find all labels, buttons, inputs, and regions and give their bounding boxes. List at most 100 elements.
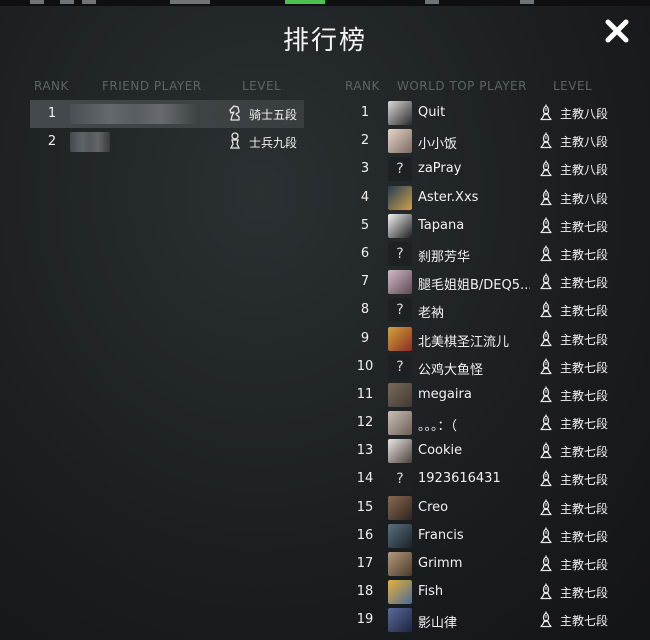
world-row[interactable]: 18 Fish 主教七段 bbox=[345, 578, 645, 606]
friend-level-text: 骑士五段 bbox=[249, 108, 298, 122]
world-level-text: 主教七段 bbox=[560, 445, 609, 460]
unknown-avatar-icon[interactable]: ? bbox=[388, 241, 412, 266]
player-avatar[interactable] bbox=[388, 580, 412, 605]
world-row[interactable]: 17 Grimm 主教七段 bbox=[345, 550, 645, 578]
world-player-name[interactable]: 。。。：（ bbox=[418, 415, 530, 434]
world-row[interactable]: 12 。。。：（ 主教七段 bbox=[345, 409, 645, 437]
world-player-name[interactable]: 腿毛姐姐B/DEQ5... bbox=[418, 274, 530, 293]
world-rank-header: RANK bbox=[345, 79, 380, 93]
player-avatar[interactable] bbox=[388, 495, 412, 520]
close-x-icon bbox=[605, 19, 629, 43]
world-row[interactable]: 5 Tapana 主教七段 bbox=[345, 212, 645, 240]
world-rank: 3 bbox=[360, 161, 370, 177]
world-row[interactable]: 16 Francis 主教七段 bbox=[345, 522, 645, 550]
world-row[interactable]: 14? 1923616431 主教七段 bbox=[345, 465, 645, 493]
world-rank: 8 bbox=[360, 302, 370, 318]
world-rank: 12 bbox=[356, 415, 374, 431]
world-player-name[interactable]: 老衲 bbox=[418, 302, 530, 321]
world-level-text: 主教八段 bbox=[560, 191, 609, 206]
friend-row[interactable]: 2 士兵九段 bbox=[30, 128, 304, 156]
world-level-text: 主教七段 bbox=[560, 529, 609, 544]
world-player-name[interactable]: Francis bbox=[418, 528, 530, 543]
top-strip-mark-active bbox=[285, 0, 325, 4]
friend-avatar-name-blurred bbox=[70, 104, 200, 124]
world-row[interactable]: 19 影山律 主教七段 bbox=[345, 606, 645, 634]
world-player-name[interactable]: 小小饭 bbox=[418, 133, 530, 152]
world-level-text: 主教七段 bbox=[560, 360, 609, 375]
friend-level: 骑士五段 bbox=[229, 105, 298, 123]
world-level-text: 主教八段 bbox=[560, 107, 609, 121]
player-avatar[interactable] bbox=[388, 608, 412, 633]
world-rank: 5 bbox=[360, 217, 370, 233]
world-row[interactable]: 1 Quit 主教八段 bbox=[345, 99, 645, 127]
world-row[interactable]: 11 megaira 主教七段 bbox=[345, 381, 645, 409]
friends-level-header: LEVEL bbox=[242, 79, 282, 93]
world-row[interactable]: 9 北美棋圣江流儿 主教七段 bbox=[345, 325, 645, 353]
world-player-name[interactable]: Tapana bbox=[418, 218, 530, 233]
world-player-name[interactable]: 北美棋圣江流儿 bbox=[418, 331, 530, 350]
unknown-avatar-icon[interactable]: ? bbox=[388, 467, 412, 492]
world-row[interactable]: 6? 刹那芳华 主教七段 bbox=[345, 240, 645, 268]
world-level: 主教七段 bbox=[540, 414, 608, 432]
player-avatar[interactable] bbox=[388, 213, 412, 238]
friend-avatar-name-blurred bbox=[70, 132, 110, 152]
world-player-name[interactable]: Cookie bbox=[418, 443, 530, 458]
unknown-avatar-icon[interactable]: ? bbox=[388, 354, 412, 379]
world-rank: 15 bbox=[356, 499, 374, 515]
player-avatar[interactable] bbox=[388, 270, 412, 295]
world-row[interactable]: 15 Creo 主教七段 bbox=[345, 494, 645, 522]
world-player-name[interactable]: 1923616431 bbox=[418, 471, 530, 486]
top-strip-mark bbox=[170, 0, 210, 4]
player-avatar[interactable] bbox=[388, 382, 412, 407]
player-avatar[interactable] bbox=[388, 185, 412, 210]
player-avatar[interactable] bbox=[388, 101, 412, 125]
player-avatar[interactable] bbox=[388, 552, 412, 576]
world-level: 主教七段 bbox=[540, 611, 608, 629]
world-level: 主教七段 bbox=[540, 555, 609, 573]
top-strip-mark bbox=[425, 0, 439, 4]
world-rank: 14 bbox=[356, 471, 374, 487]
world-level-text: 主教七段 bbox=[560, 558, 609, 572]
world-player-name[interactable]: zaPray bbox=[418, 161, 530, 176]
world-level-text: 主教七段 bbox=[560, 501, 609, 516]
world-level: 主教七段 bbox=[540, 583, 609, 601]
world-player-name[interactable]: 刹那芳华 bbox=[418, 246, 530, 265]
top-strip bbox=[0, 0, 650, 6]
unknown-avatar-icon[interactable]: ? bbox=[388, 157, 412, 182]
player-avatar[interactable] bbox=[388, 326, 412, 351]
unknown-avatar-icon[interactable]: ? bbox=[388, 298, 412, 323]
world-level: 主教七段 bbox=[540, 217, 608, 235]
world-row[interactable]: 7 腿毛姐姐B/DEQ5... 主教七段 bbox=[345, 268, 645, 296]
world-player-name[interactable]: Creo bbox=[418, 500, 530, 515]
world-player-name[interactable]: Quit bbox=[418, 105, 530, 120]
world-level: 主教七段 bbox=[540, 470, 608, 488]
world-player-name[interactable]: 影山律 bbox=[418, 612, 530, 631]
world-player-name[interactable]: Fish bbox=[418, 584, 530, 599]
close-button[interactable] bbox=[602, 16, 632, 46]
world-row[interactable]: 4 Aster.Xxs 主教八段 bbox=[345, 184, 645, 212]
world-player-name[interactable]: 公鸡大鱼怪 bbox=[418, 359, 530, 378]
world-rank: 10 bbox=[356, 358, 374, 374]
world-row[interactable]: 2 小小饭 主教八段 bbox=[345, 127, 645, 155]
world-row[interactable]: 3? zaPray 主教八段 bbox=[345, 155, 645, 183]
world-rank: 2 bbox=[360, 133, 370, 149]
world-player-name[interactable]: Grimm bbox=[418, 556, 530, 571]
world-player-name[interactable]: megaira bbox=[418, 387, 530, 402]
world-rank: 4 bbox=[360, 189, 370, 205]
world-row[interactable]: 8? 老衲 主教七段 bbox=[345, 296, 645, 324]
world-level-text: 主教七段 bbox=[560, 586, 609, 601]
player-avatar[interactable] bbox=[388, 523, 412, 548]
world-level-text: 主教七段 bbox=[560, 388, 609, 403]
friend-row[interactable]: 1 骑士五段 bbox=[30, 100, 304, 128]
player-avatar[interactable] bbox=[388, 411, 412, 436]
world-row[interactable]: 10? 公鸡大鱼怪 主教七段 bbox=[345, 353, 645, 381]
leaderboard-title: 排行榜 bbox=[282, 26, 367, 56]
world-row[interactable]: 13 Cookie 主教七段 bbox=[345, 437, 645, 465]
world-rank: 13 bbox=[356, 443, 374, 459]
world-player-name[interactable]: Aster.Xxs bbox=[418, 190, 530, 205]
world-rank: 9 bbox=[360, 330, 370, 346]
player-avatar[interactable] bbox=[388, 439, 412, 464]
world-level-header: LEVEL bbox=[553, 79, 593, 93]
friend-level: 士兵九段 bbox=[229, 132, 297, 151]
player-avatar[interactable] bbox=[388, 129, 412, 154]
